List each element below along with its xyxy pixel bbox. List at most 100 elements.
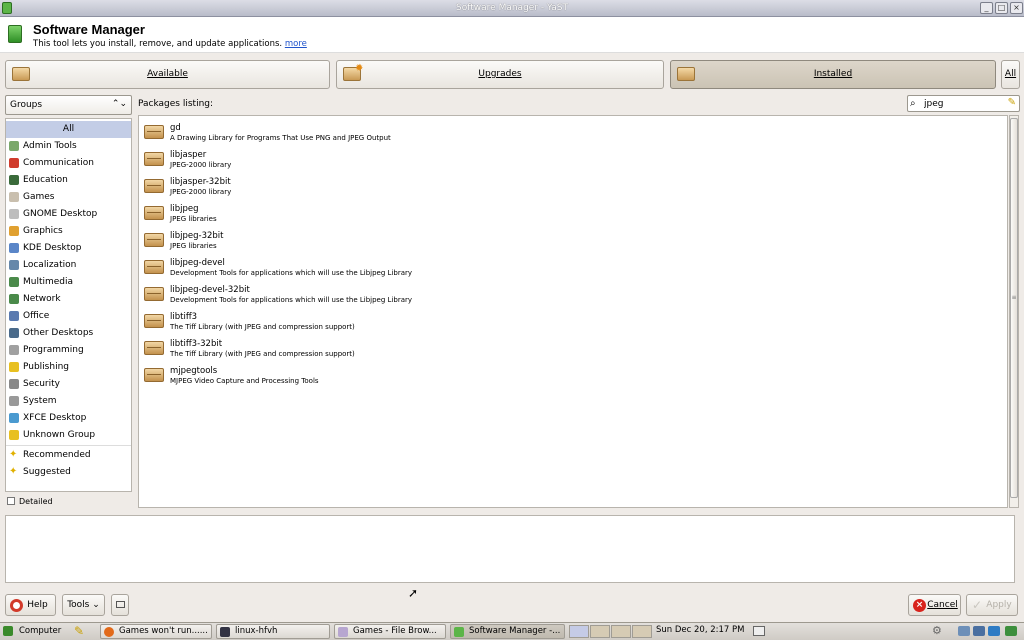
group-item-network[interactable]: Network [6, 291, 131, 308]
group-item-localization[interactable]: Localization [6, 257, 131, 274]
help-button[interactable]: Help [5, 594, 56, 616]
taskbar-item-file-browser[interactable]: Games - File Brow... [334, 624, 446, 639]
scrollbar-thumb[interactable] [1010, 118, 1018, 498]
apply-button[interactable]: ✓ Apply [966, 594, 1018, 616]
package-row[interactable]: libjpeg-32bit JPEG libraries [139, 227, 999, 254]
workspace-2[interactable] [590, 625, 610, 638]
taskbar-item-label: linux-hfvh [235, 626, 278, 636]
workspace-1[interactable] [569, 625, 589, 638]
package-row[interactable]: libjpeg-devel Development Tools for appli… [139, 254, 999, 281]
package-description: JPEG libraries [170, 215, 217, 223]
group-item-graphics[interactable]: Graphics [6, 223, 131, 240]
group-item-security[interactable]: Security [6, 376, 131, 393]
package-row[interactable]: gd A Drawing Library for Programs That Us… [139, 119, 999, 146]
taskbar-item-software-manager[interactable]: Software Manager -... [450, 624, 565, 639]
workspace-3[interactable] [611, 625, 631, 638]
package-row[interactable]: libjpeg JPEG libraries [139, 200, 999, 227]
graphics-icon [9, 226, 19, 236]
workspace-4[interactable] [632, 625, 652, 638]
update-applet-icon[interactable] [958, 626, 970, 636]
available-button[interactable]: Available [5, 60, 330, 89]
package-icon[interactable] [144, 368, 164, 382]
package-icon[interactable] [144, 206, 164, 220]
security-icon [9, 379, 19, 389]
network-icon[interactable]: ⚙ [932, 625, 942, 637]
group-item-all[interactable]: All [6, 121, 131, 138]
package-icon[interactable] [144, 152, 164, 166]
group-item-games[interactable]: Games [6, 189, 131, 206]
installed-label: Installed [813, 69, 853, 79]
group-item-multimedia[interactable]: Multimedia [6, 274, 131, 291]
minimize-icon[interactable]: _ [980, 2, 993, 14]
package-row[interactable]: libjasper-32bit JPEG-2000 library [139, 173, 999, 200]
detailed-checkbox[interactable]: Detailed [7, 497, 53, 506]
taskbar: Computer ✎ Games won't run...... linux-h… [0, 622, 1024, 640]
package-icon[interactable] [144, 260, 164, 274]
package-row[interactable]: mjpegtools MJPEG Video Capture and Proces… [139, 362, 999, 389]
search-input[interactable] [924, 97, 1004, 110]
detailed-label: Detailed [19, 497, 53, 506]
group-item-office[interactable]: Office [6, 308, 131, 325]
taskbar-item-label: Games - File Brow... [353, 626, 437, 636]
apply-label: Apply [986, 600, 1012, 610]
group-item-system[interactable]: System [6, 393, 131, 410]
groups-dropdown[interactable]: Groups ⌃⌄ [5, 95, 132, 115]
package-icon[interactable] [144, 179, 164, 193]
installed-button[interactable]: Installed [670, 60, 996, 89]
more-link[interactable]: more [285, 39, 307, 49]
window-title: Software Manager - YaST [456, 3, 568, 13]
group-item-recommended[interactable]: ✦ Recommended [6, 447, 131, 464]
window-menu-icon[interactable] [2, 2, 12, 14]
window-titlebar[interactable]: Software Manager - YaST _ □ × [0, 0, 1024, 17]
package-name: mjpegtools [170, 366, 218, 376]
package-icon[interactable] [144, 125, 164, 139]
group-label: Localization [23, 260, 77, 270]
calendar-icon[interactable] [753, 626, 765, 636]
group-item-unknown-group[interactable]: Unknown Group [6, 427, 131, 444]
package-row[interactable]: libjasper JPEG-2000 library [139, 146, 999, 173]
upgrades-button[interactable]: ✹ Upgrades [336, 60, 664, 89]
tools-button[interactable]: Tools ⌄ [62, 594, 105, 616]
taskbar-item-terminal[interactable]: linux-hfvh [216, 624, 330, 639]
maximize-icon[interactable]: □ [995, 2, 1008, 14]
log-button[interactable] [111, 594, 129, 616]
taskbar-item-games-thread[interactable]: Games won't run...... [100, 624, 212, 639]
desktop-icon[interactable] [1005, 626, 1017, 636]
close-icon[interactable]: × [1010, 2, 1023, 14]
group-item-publishing[interactable]: Publishing [6, 359, 131, 376]
package-icon[interactable] [144, 341, 164, 355]
group-item-admin-tools[interactable]: Admin Tools [6, 138, 131, 155]
page-title: Software Manager [33, 22, 145, 37]
package-name: libtiff3-32bit [170, 339, 223, 349]
group-item-suggested[interactable]: ✦ Suggested [6, 464, 131, 481]
search-box[interactable]: ⌕ ✎ [907, 95, 1020, 112]
display-icon[interactable] [973, 626, 985, 636]
package-icon[interactable] [144, 233, 164, 247]
computer-menu-icon[interactable] [3, 626, 13, 636]
package-row[interactable]: libtiff3-32bit The Tiff Library (with JPE… [139, 335, 999, 362]
package-row[interactable]: libjpeg-devel-32bit Development Tools for… [139, 281, 999, 308]
computer-menu[interactable]: Computer [19, 626, 61, 636]
packages-scrollbar[interactable]: ≡ [1009, 115, 1019, 508]
package-icon[interactable] [144, 314, 164, 328]
screen-icon[interactable] [988, 626, 1000, 636]
package-row[interactable]: libtiff3 The Tiff Library (with JPEG and … [139, 308, 999, 335]
all-button[interactable]: All [1001, 60, 1020, 89]
group-item-education[interactable]: Education [6, 172, 131, 189]
package-icon[interactable] [144, 287, 164, 301]
group-item-other-desktops[interactable]: Other Desktops [6, 325, 131, 342]
clock[interactable]: Sun Dec 20, 2:17 PM [656, 625, 745, 635]
group-item-programming[interactable]: Programming [6, 342, 131, 359]
clear-search-icon[interactable]: ✎ [1008, 97, 1016, 108]
taskbar-item-label: Games won't run...... [119, 626, 208, 636]
group-label: Games [23, 192, 55, 202]
checkbox-box[interactable] [7, 497, 15, 505]
package-name: libjpeg-devel [170, 258, 225, 268]
group-item-gnome-desktop[interactable]: GNOME Desktop [6, 206, 131, 223]
group-item-communication[interactable]: Communication [6, 155, 131, 172]
group-item-kde-desktop[interactable]: KDE Desktop [6, 240, 131, 257]
group-item-xfce-desktop[interactable]: XFCE Desktop [6, 410, 131, 427]
groups-divider [6, 445, 131, 446]
notes-icon[interactable]: ✎ [74, 624, 84, 638]
cancel-button[interactable]: × Cancel [908, 594, 961, 616]
